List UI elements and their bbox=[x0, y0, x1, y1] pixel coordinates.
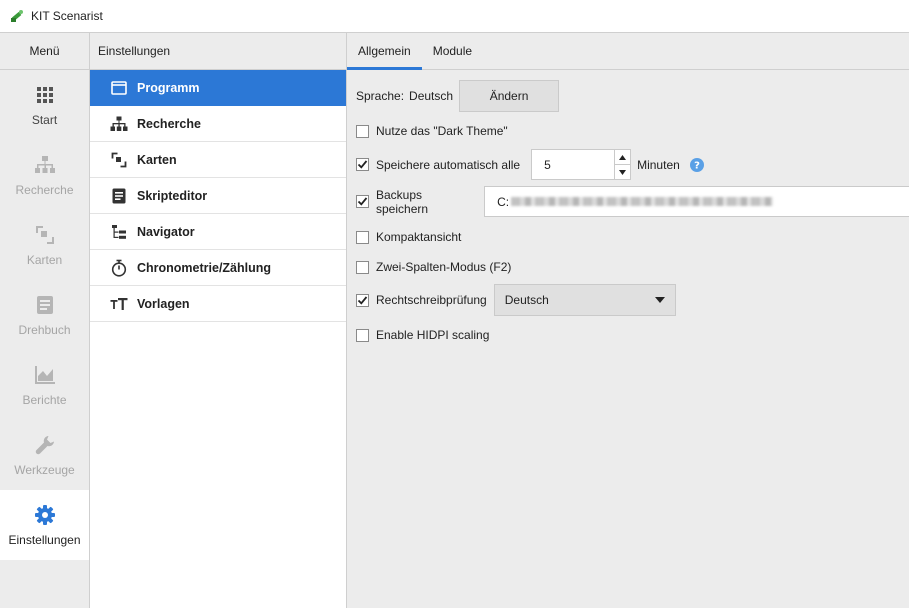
category-recherche[interactable]: Recherche bbox=[90, 106, 346, 142]
nav-recherche[interactable]: Recherche bbox=[0, 140, 89, 210]
stopwatch-icon bbox=[110, 259, 128, 277]
cards-icon bbox=[34, 224, 56, 246]
cards-icon bbox=[110, 151, 128, 169]
backups-checkbox[interactable] bbox=[356, 195, 369, 208]
nav-einstellungen-label: Einstellungen bbox=[8, 532, 81, 547]
category-programm-label: Programm bbox=[137, 80, 200, 95]
change-language-button[interactable]: Ändern bbox=[459, 80, 560, 112]
text-size-icon bbox=[110, 295, 128, 313]
autosave-row: Speichere automatisch alle 5 Minuten ? bbox=[356, 149, 704, 180]
hidpi-label: Enable HIDPI scaling bbox=[376, 328, 490, 342]
settings-tabs: Allgemein Module bbox=[347, 33, 909, 70]
spellcheck-label: Rechtschreibprüfung bbox=[376, 293, 487, 307]
checkmark-icon bbox=[357, 197, 368, 206]
two-columns-label: Zwei-Spalten-Modus (F2) bbox=[376, 260, 512, 274]
autosave-unit-label: Minuten bbox=[637, 157, 680, 172]
window-title: KIT Scenarist bbox=[31, 9, 103, 23]
category-chronometrie[interactable]: Chronometrie/Zählung bbox=[90, 250, 346, 286]
category-recherche-label: Recherche bbox=[137, 116, 201, 131]
nav-werkzeuge[interactable]: Werkzeuge bbox=[0, 420, 89, 490]
settings-category-header: Einstellungen bbox=[90, 33, 346, 70]
autosave-checkbox[interactable] bbox=[356, 158, 369, 171]
svg-text:?: ? bbox=[694, 160, 700, 171]
tree-icon bbox=[110, 223, 128, 241]
hidpi-row: Enable HIDPI scaling bbox=[356, 327, 489, 343]
category-karten[interactable]: Karten bbox=[90, 142, 346, 178]
nav-recherche-label: Recherche bbox=[15, 182, 74, 197]
settings-category-panel: Einstellungen Programm Recherche Karten bbox=[90, 32, 347, 608]
autosave-interval-value[interactable]: 5 bbox=[532, 150, 614, 179]
checkmark-icon bbox=[357, 295, 368, 305]
wrench-icon bbox=[34, 434, 56, 456]
checkmark-icon bbox=[357, 160, 368, 169]
hierarchy-icon bbox=[34, 154, 56, 176]
nav-berichte-label: Berichte bbox=[22, 392, 67, 407]
nav-karten[interactable]: Karten bbox=[0, 210, 89, 280]
gear-icon bbox=[34, 504, 56, 526]
spellcheck-checkbox[interactable] bbox=[356, 293, 369, 307]
category-programm[interactable]: Programm bbox=[90, 70, 346, 106]
app-logo-icon bbox=[9, 8, 25, 24]
spin-arrows bbox=[614, 150, 631, 179]
nav-start-label: Start bbox=[31, 112, 58, 127]
dark-theme-row: Nutze das "Dark Theme" bbox=[356, 123, 508, 139]
menu-button[interactable]: Menü bbox=[0, 33, 89, 70]
hidpi-checkbox[interactable] bbox=[356, 328, 369, 342]
settings-content: Allgemein Module Sprache: Deutsch Ändern… bbox=[347, 32, 909, 608]
backups-label: Backups speichern bbox=[376, 187, 429, 216]
category-vorlagen[interactable]: Vorlagen bbox=[90, 286, 346, 322]
document-icon bbox=[34, 294, 56, 316]
spellcheck-row: Rechtschreibprüfung Deutsch bbox=[356, 284, 676, 316]
category-skripteditor[interactable]: Skripteditor bbox=[90, 178, 346, 214]
nav-start[interactable]: Start bbox=[0, 70, 89, 140]
hierarchy-icon bbox=[110, 115, 128, 133]
language-value: Deutsch bbox=[409, 89, 454, 103]
nav-karten-label: Karten bbox=[26, 252, 63, 267]
category-navigator[interactable]: Navigator bbox=[90, 214, 346, 250]
backup-path-blurred bbox=[511, 197, 774, 206]
compact-label: Kompaktansicht bbox=[376, 230, 462, 244]
category-skripteditor-label: Skripteditor bbox=[137, 188, 208, 203]
backups-row: Backups speichern C: bbox=[356, 186, 909, 217]
spellcheck-language-select[interactable]: Deutsch bbox=[493, 284, 676, 316]
nav-einstellungen[interactable]: Einstellungen bbox=[0, 490, 89, 560]
two-columns-row: Zwei-Spalten-Modus (F2) bbox=[356, 259, 511, 275]
category-karten-label: Karten bbox=[137, 152, 177, 167]
nav-werkzeuge-label: Werkzeuge bbox=[14, 462, 75, 477]
tab-allgemein[interactable]: Allgemein bbox=[347, 33, 422, 70]
nav-drehbuch-label: Drehbuch bbox=[18, 322, 71, 337]
autosave-interval-spinbox[interactable]: 5 bbox=[531, 149, 632, 180]
category-navigator-label: Navigator bbox=[137, 224, 195, 239]
spin-down-icon[interactable] bbox=[615, 164, 631, 179]
nav-berichte[interactable]: Berichte bbox=[0, 350, 89, 420]
spin-up-icon[interactable] bbox=[615, 150, 630, 164]
spellcheck-language-value: Deutsch bbox=[504, 293, 549, 307]
category-vorlagen-label: Vorlagen bbox=[137, 296, 190, 311]
main-menu-sidebar: Menü Start Recherche Karten Drehbuch Ber… bbox=[0, 32, 90, 608]
dark-theme-checkbox[interactable] bbox=[356, 124, 369, 138]
area-chart-icon bbox=[34, 364, 56, 386]
backup-path-input[interactable]: C: bbox=[484, 186, 909, 217]
grid-icon bbox=[34, 84, 56, 106]
language-label: Sprache: bbox=[356, 89, 405, 103]
window-icon bbox=[110, 79, 128, 97]
language-row: Sprache: Deutsch Ändern bbox=[356, 80, 560, 112]
compact-row: Kompaktansicht bbox=[356, 229, 461, 245]
category-chronometrie-label: Chronometrie/Zählung bbox=[137, 260, 272, 275]
autosave-label: Speichere automatisch alle bbox=[376, 157, 521, 172]
chevron-down-icon bbox=[654, 297, 665, 303]
dark-theme-label: Nutze das "Dark Theme" bbox=[376, 124, 508, 138]
tab-module[interactable]: Module bbox=[422, 33, 483, 69]
help-icon[interactable]: ? bbox=[689, 157, 704, 172]
title-bar: KIT Scenarist bbox=[0, 0, 909, 32]
nav-drehbuch[interactable]: Drehbuch bbox=[0, 280, 89, 350]
script-icon bbox=[110, 187, 128, 205]
backup-path-prefix: C: bbox=[497, 194, 510, 209]
compact-checkbox[interactable] bbox=[356, 230, 369, 244]
two-columns-checkbox[interactable] bbox=[356, 260, 369, 274]
